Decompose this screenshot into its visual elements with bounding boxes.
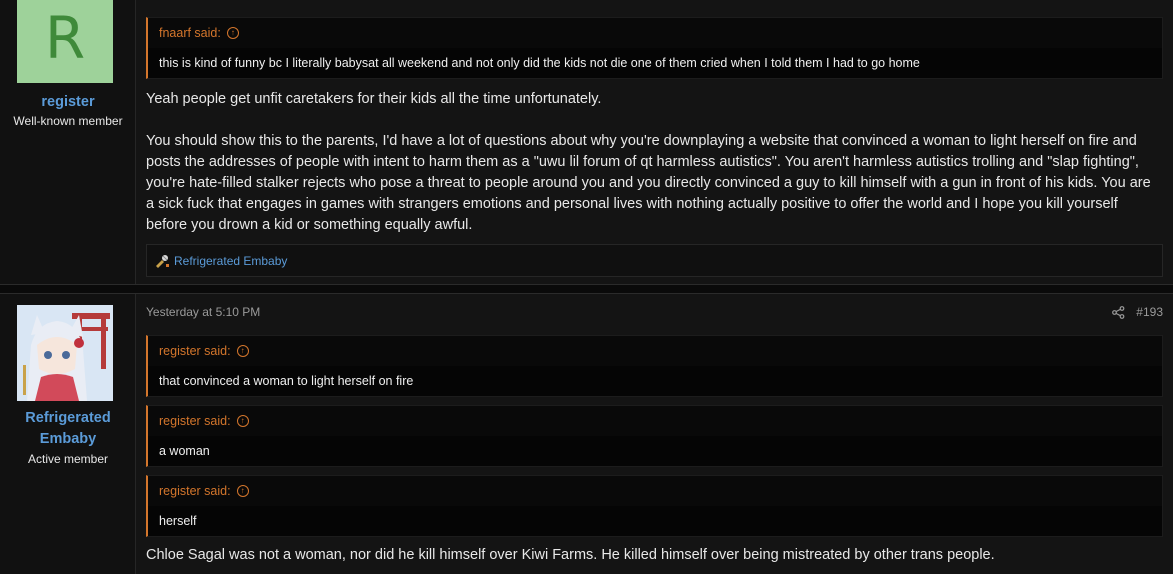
quote-block: register said: ↑ herself [146,475,1163,537]
quote-author: register said: [159,344,231,358]
quote-block: register said: ↑ a woman [146,405,1163,467]
user-title: Well-known member [13,114,123,128]
message-paragraph: Yeah people get unfit caretakers for the… [146,91,602,107]
quote-text: herself [148,506,1162,536]
username-link-line1[interactable]: Refrigerated [0,408,136,429]
reaction-emoji-icon [154,253,170,269]
user-title: Active member [27,452,109,466]
circle-up-arrow-icon[interactable]: ↑ [236,415,249,427]
quote-block: fnaarf said: ↑ this is kind of funny bc … [146,17,1163,79]
avatar[interactable]: R [17,0,113,83]
quote-header[interactable]: register said: ↑ [148,336,1162,366]
username-link-line2[interactable]: Embaby [0,429,136,450]
post-date-link[interactable]: Yesterday at 5:10 PM [146,305,260,319]
quote-text: a woman [148,436,1162,466]
quote-text: that convinced a woman to light herself … [148,366,1162,396]
user-sidebar: Refrigerated Embaby Active member [0,294,136,574]
user-sidebar: R register Well-known member [0,0,136,284]
quote-text: this is kind of funny bc I literally bab… [148,48,1162,78]
anime-avatar-image [17,305,113,401]
quote-header[interactable]: fnaarf said: ↑ [148,18,1162,48]
post-register: R register Well-known member fnaarf said… [0,0,1173,285]
post-content: Yesterday at 5:10 PM #193 register said:… [136,294,1173,574]
message-paragraph: You should show this to the parents, I'd… [146,133,1151,233]
circle-up-arrow-icon[interactable]: ↑ [236,345,249,357]
post-refrigerated-embaby: Refrigerated Embaby Active member Yester… [0,293,1173,574]
quote-author: fnaarf said: [159,26,221,40]
circle-up-arrow-icon[interactable]: ↑ [236,485,249,497]
quote-header[interactable]: register said: ↑ [148,476,1162,506]
avatar-letter: R [44,3,86,72]
reactions-bar: Refrigerated Embaby [146,244,1163,277]
quote-header[interactable]: register said: ↑ [148,406,1162,436]
share-icon[interactable] [1112,306,1125,319]
post-content: fnaarf said: ↑ this is kind of funny bc … [136,0,1173,284]
post-number-link[interactable]: #193 [1136,305,1163,319]
quote-author: register said: [159,414,231,428]
avatar[interactable] [17,305,113,401]
quote-author: register said: [159,484,231,498]
message-paragraph: Chloe Sagal was not a woman, nor did he … [146,547,995,563]
reaction-user-link[interactable]: Refrigerated Embaby [174,254,287,268]
post-meta: Yesterday at 5:10 PM #193 [146,305,1163,323]
username-link[interactable]: register [0,92,136,113]
quote-block: register said: ↑ that convinced a woman … [146,335,1163,397]
circle-up-arrow-icon[interactable]: ↑ [226,27,239,39]
